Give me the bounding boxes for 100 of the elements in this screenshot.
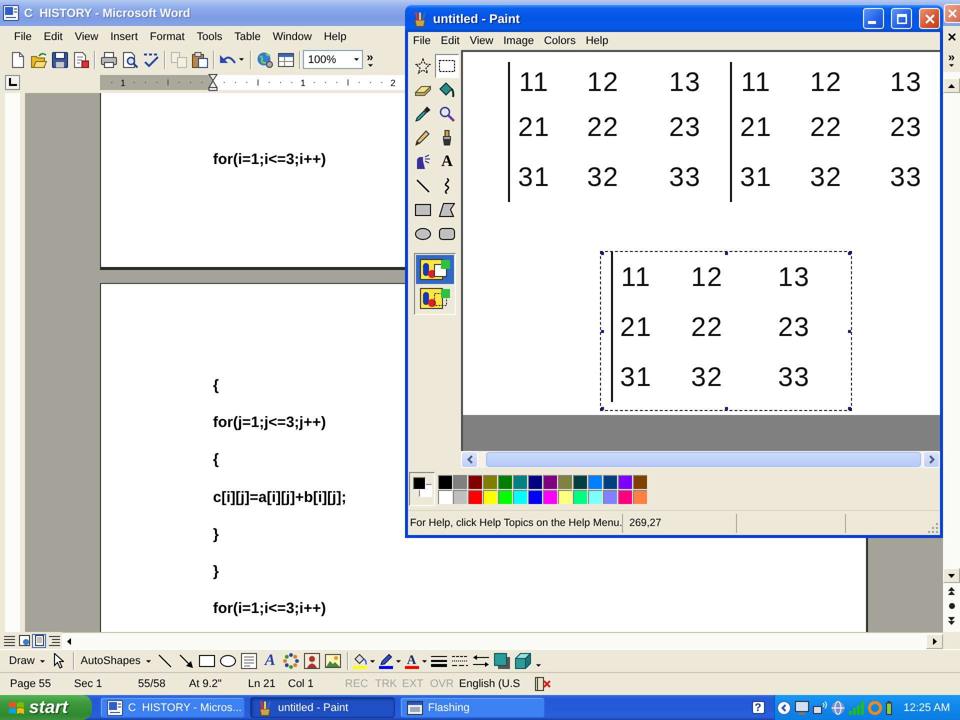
- scroll-right-button[interactable]: [923, 451, 940, 468]
- resize-handle[interactable]: [848, 407, 851, 410]
- menu-item[interactable]: View: [68, 28, 104, 46]
- print-layout-view-button[interactable]: [32, 634, 46, 648]
- resize-handle[interactable]: [601, 252, 604, 255]
- color-swatch-icon[interactable]: [618, 474, 632, 488]
- color-swatch-icon[interactable]: [513, 490, 527, 504]
- color-swatch-icon[interactable]: [468, 490, 482, 504]
- color-swatch-icon[interactable]: [558, 474, 572, 488]
- indent-marker-icon[interactable]: [208, 74, 218, 91]
- outline-view-button[interactable]: [47, 634, 61, 648]
- menu-item[interactable]: Help: [318, 28, 352, 46]
- picture-icon: [325, 654, 342, 668]
- taskbar-button[interactable]: C HISTORY - Micros...: [100, 697, 245, 718]
- color-swatch-icon[interactable]: [483, 474, 497, 488]
- dashed-star-icon: [415, 58, 431, 74]
- help-button[interactable]: ?: [752, 701, 765, 714]
- menu-item[interactable]: View: [464, 32, 498, 50]
- scrollbar-thumb[interactable]: [486, 452, 921, 467]
- resize-grip-icon: [927, 522, 939, 534]
- color-swatch-icon[interactable]: [498, 490, 512, 504]
- normal-view-button[interactable]: [2, 634, 16, 648]
- paint-bucket-icon: [439, 82, 455, 98]
- code-line: {: [213, 377, 219, 395]
- menu-item[interactable]: Format: [144, 28, 191, 46]
- menu-item[interactable]: Image: [498, 32, 539, 50]
- color-swatch-icon[interactable]: [543, 490, 557, 504]
- selection-box[interactable]: 11 12 13 21 22 23 31 32 33: [600, 251, 852, 411]
- color-swatch-icon[interactable]: [558, 490, 572, 504]
- menu-button[interactable]: AutoShapes: [76, 650, 155, 672]
- menu-item[interactable]: File: [8, 28, 38, 46]
- menu-item[interactable]: Tools: [190, 28, 228, 46]
- color-swatch-icon[interactable]: [438, 490, 452, 504]
- start-button[interactable]: start: [0, 695, 92, 720]
- resize-handle[interactable]: [601, 330, 604, 332]
- color-swatch-icon[interactable]: [573, 474, 587, 488]
- close-button[interactable]: [919, 8, 940, 29]
- resize-handle[interactable]: [724, 252, 728, 255]
- color-swatch-icon[interactable]: [588, 474, 602, 488]
- code-line: }: [213, 562, 219, 581]
- menu-item[interactable]: File: [408, 32, 436, 50]
- scroll-up-button[interactable]: [943, 78, 960, 93]
- resize-handle[interactable]: [848, 330, 851, 332]
- toolbar-options-button[interactable]: »: [363, 48, 377, 70]
- color-swatch-icon[interactable]: [528, 474, 542, 488]
- scroll-left-button[interactable]: [461, 451, 478, 468]
- double-arrows-icon: [473, 655, 490, 667]
- resize-handle[interactable]: [724, 407, 728, 410]
- wordart-button[interactable]: A: [260, 650, 281, 672]
- code-line: c[i][j]=a[i][j]+b[i][j];: [213, 488, 346, 507]
- color-swatch-icon[interactable]: [633, 490, 647, 504]
- color-swatch-icon[interactable]: [603, 490, 617, 504]
- zoom-field[interactable]: 100%: [303, 50, 363, 69]
- menu-item[interactable]: Edit: [436, 32, 465, 50]
- maximize-button[interactable]: [891, 8, 912, 29]
- taskbar-button[interactable]: untitled - Paint: [250, 697, 395, 718]
- color-swatch-icon[interactable]: [543, 474, 557, 488]
- status-item: OVR: [430, 678, 454, 690]
- menu-item[interactable]: Table: [228, 28, 267, 46]
- shadow-style-button[interactable]: [492, 650, 513, 672]
- color-swatch-icon[interactable]: [513, 474, 527, 488]
- select-tool[interactable]: [435, 54, 459, 78]
- clip-art-button[interactable]: [302, 650, 323, 672]
- resize-handle[interactable]: [848, 252, 851, 255]
- close-button[interactable]: [944, 4, 960, 22]
- color-swatch-icon[interactable]: [468, 474, 482, 488]
- status-item: Sec 1: [74, 678, 102, 690]
- web-layout-view-button[interactable]: [17, 634, 31, 648]
- color-swatch-icon[interactable]: [573, 490, 587, 504]
- resize-handle[interactable]: [601, 407, 604, 410]
- color-swatch-icon[interactable]: [498, 474, 512, 488]
- menu-item[interactable]: Edit: [38, 28, 69, 46]
- close-icon: [948, 8, 957, 18]
- scroll-down-button[interactable]: [943, 568, 960, 583]
- color-swatch-icon[interactable]: [483, 490, 497, 504]
- taskbar-button[interactable]: Flashing: [400, 697, 545, 718]
- text-tool[interactable]: A: [435, 150, 459, 174]
- scroll-right-button[interactable]: [926, 634, 943, 648]
- toolbar-options-button[interactable]: »: [943, 48, 960, 70]
- color-swatch-icon[interactable]: [438, 474, 452, 488]
- diagram-button[interactable]: [280, 650, 302, 672]
- opaque-option[interactable]: [416, 255, 454, 284]
- color-swatch-icon[interactable]: [528, 490, 542, 504]
- color-swatch-icon[interactable]: [618, 490, 632, 504]
- color-swatch-icon[interactable]: [588, 490, 602, 504]
- text-box-button[interactable]: [238, 650, 260, 672]
- menu-item[interactable]: Insert: [104, 28, 144, 46]
- font-color-button[interactable]: A: [402, 650, 429, 672]
- color-swatch-icon[interactable]: [453, 490, 467, 504]
- menu-button[interactable]: Draw: [5, 650, 49, 672]
- tab-selector-button[interactable]: [5, 75, 20, 90]
- color-swatch-icon[interactable]: [603, 474, 617, 488]
- menu-item[interactable]: Colors: [538, 32, 581, 50]
- color-swatch-icon[interactable]: [633, 474, 647, 488]
- polygon-icon: [439, 203, 455, 217]
- menu-item[interactable]: Window: [266, 28, 318, 46]
- color-swatch-icon[interactable]: [453, 474, 467, 488]
- 3d-style-button[interactable]: [512, 650, 534, 672]
- minimize-button[interactable]: [863, 8, 884, 29]
- menu-item[interactable]: Help: [580, 32, 614, 50]
